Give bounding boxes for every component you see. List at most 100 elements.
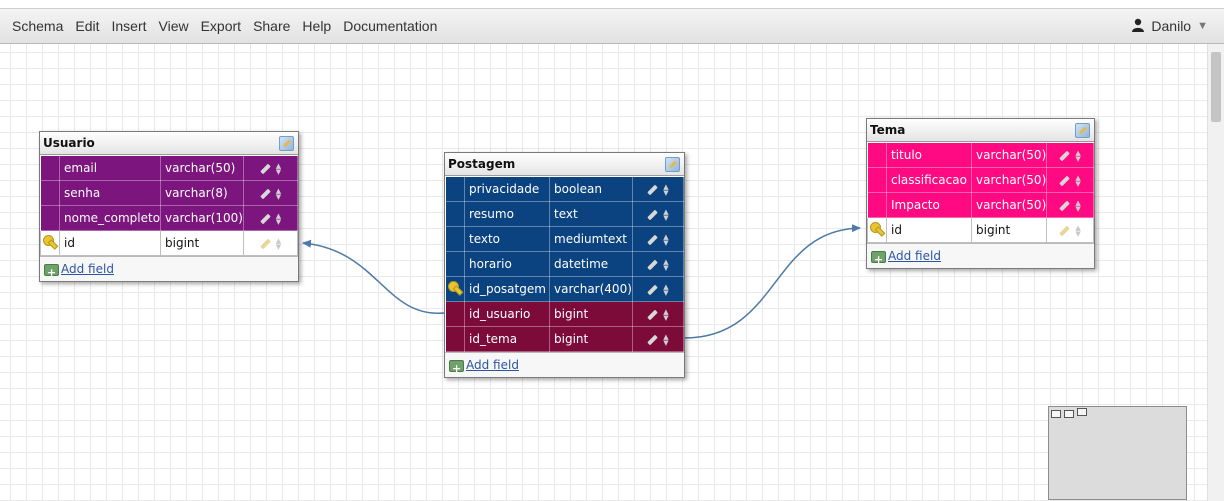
field-row-resumo[interactable]: resumo text ▲ ▼	[445, 201, 684, 227]
primary-key-icon	[43, 234, 57, 249]
key-cell	[445, 251, 465, 277]
pencil-icon[interactable]	[259, 213, 271, 224]
move-arrows-icon[interactable]: ▲ ▼	[276, 212, 281, 225]
field-row-titulo[interactable]: titulo varchar(50) ▲ ▼	[867, 142, 1094, 168]
pencil-icon[interactable]	[647, 209, 659, 220]
field-row-id[interactable]: id bigint ▲ ▼	[40, 230, 299, 256]
table-postagem-fields: privacidade boolean ▲ ▼ resumo text ▲ ▼ te…	[445, 176, 684, 352]
field-type: varchar(50)	[160, 155, 244, 181]
menu-insert[interactable]: Insert	[111, 18, 146, 34]
field-type: bigint	[970, 217, 1048, 243]
add-field-link[interactable]: Add field	[888, 249, 941, 263]
caret-down-icon: ▼	[1197, 20, 1208, 32]
pencil-icon[interactable]	[259, 188, 271, 199]
pencil-icon[interactable]	[647, 334, 659, 345]
field-row-horario[interactable]: horario datetime ▲ ▼	[445, 251, 684, 277]
menu-edit[interactable]: Edit	[75, 18, 99, 34]
menu-export[interactable]: Export	[201, 18, 241, 34]
field-row-nome-completo[interactable]: nome_completo varchar(100) ▲ ▼	[40, 205, 299, 231]
add-field-row: Add field	[445, 352, 684, 381]
move-arrows-icon[interactable]: ▲ ▼	[276, 162, 281, 175]
edit-table-icon[interactable]	[665, 157, 680, 172]
add-field-link[interactable]: Add field	[61, 262, 114, 276]
field-type: bigint	[549, 301, 633, 327]
menu-share[interactable]: Share	[253, 18, 290, 34]
move-arrows-icon[interactable]: ▲ ▼	[663, 308, 668, 321]
field-row-id-posatgem[interactable]: id_posatgem varchar(400) ▲ ▼	[445, 276, 684, 302]
menu-view[interactable]: View	[159, 18, 189, 34]
add-field-icon[interactable]	[871, 248, 886, 272]
field-row-impacto[interactable]: Impacto varchar(50) ▲ ▼	[867, 192, 1094, 218]
field-row-id-tema[interactable]: id_tema bigint ▲ ▼	[445, 326, 684, 352]
move-arrows-icon[interactable]: ▲ ▼	[276, 187, 281, 200]
user-menu[interactable]: Danilo ▼	[1131, 9, 1208, 43]
pencil-icon[interactable]	[259, 163, 271, 174]
edit-table-icon[interactable]	[279, 136, 294, 151]
field-type: bigint	[549, 326, 633, 352]
field-type: boolean	[549, 176, 633, 202]
pencil-icon[interactable]	[647, 234, 659, 245]
table-tema-fields: titulo varchar(50) ▲ ▼ classificacao varc…	[867, 142, 1094, 243]
field-type: varchar(100)	[160, 205, 244, 231]
add-field-link[interactable]: Add field	[466, 358, 519, 372]
field-name: resumo	[464, 201, 550, 227]
field-row-texto[interactable]: texto mediumtext ▲ ▼	[445, 226, 684, 252]
field-name: id_tema	[464, 326, 550, 352]
table-tema[interactable]: Tema titulo varchar(50) ▲ ▼ classificacao…	[866, 118, 1095, 272]
field-name: id	[886, 217, 972, 243]
pencil-icon[interactable]	[259, 238, 271, 249]
field-actions: ▲ ▼	[1046, 192, 1094, 218]
add-field-icon[interactable]	[449, 357, 464, 381]
minimap-table-usuario	[1051, 410, 1061, 418]
move-arrows-icon[interactable]: ▲ ▼	[1075, 149, 1080, 162]
field-actions: ▲ ▼	[632, 251, 684, 277]
pencil-icon[interactable]	[647, 284, 659, 295]
field-name: id_usuario	[464, 301, 550, 327]
field-actions: ▲ ▼	[632, 201, 684, 227]
field-row-id[interactable]: id bigint ▲ ▼	[867, 217, 1094, 243]
table-title-text: Postagem	[448, 157, 516, 171]
field-row-id-usuario[interactable]: id_usuario bigint ▲ ▼	[445, 301, 684, 327]
add-field-icon[interactable]	[44, 261, 59, 285]
field-type: varchar(50)	[970, 192, 1048, 218]
move-arrows-icon[interactable]: ▲ ▼	[1075, 224, 1080, 237]
edit-table-icon[interactable]	[1075, 123, 1090, 138]
move-arrows-icon[interactable]: ▲ ▼	[663, 258, 668, 271]
menu-documentation[interactable]: Documentation	[343, 18, 437, 34]
menu-help[interactable]: Help	[302, 18, 331, 34]
table-usuario[interactable]: Usuario email varchar(50) ▲ ▼ senha varch…	[39, 131, 299, 285]
table-title-text: Usuario	[43, 136, 95, 150]
move-arrows-icon[interactable]: ▲ ▼	[663, 183, 668, 196]
move-arrows-icon[interactable]: ▲ ▼	[276, 237, 281, 250]
scrollbar-thumb[interactable]	[1211, 52, 1221, 122]
pencil-icon[interactable]	[647, 309, 659, 320]
user-name: Danilo	[1151, 18, 1192, 34]
menu-schema[interactable]: Schema	[12, 18, 63, 34]
pencil-icon[interactable]	[647, 259, 659, 270]
field-row-privacidade[interactable]: privacidade boolean ▲ ▼	[445, 176, 684, 202]
table-title-text: Tema	[870, 123, 906, 137]
pencil-icon[interactable]	[1059, 225, 1071, 236]
field-name: Impacto	[886, 192, 972, 218]
key-cell	[40, 230, 60, 256]
move-arrows-icon[interactable]: ▲ ▼	[663, 333, 668, 346]
move-arrows-icon[interactable]: ▲ ▼	[663, 208, 668, 221]
minimap[interactable]	[1048, 406, 1187, 500]
field-type: datetime	[549, 251, 633, 277]
user-icon	[1131, 18, 1145, 35]
field-row-classificacao[interactable]: classificacao varchar(50) ▲ ▼	[867, 167, 1094, 193]
pencil-icon[interactable]	[1059, 150, 1071, 161]
field-row-senha[interactable]: senha varchar(8) ▲ ▼	[40, 180, 299, 206]
move-arrows-icon[interactable]: ▲ ▼	[663, 233, 668, 246]
field-row-email[interactable]: email varchar(50) ▲ ▼	[40, 155, 299, 181]
pencil-icon[interactable]	[1059, 175, 1071, 186]
pencil-icon[interactable]	[647, 184, 659, 195]
move-arrows-icon[interactable]: ▲ ▼	[663, 283, 668, 296]
move-arrows-icon[interactable]: ▲ ▼	[1075, 199, 1080, 212]
move-arrows-icon[interactable]: ▲ ▼	[1075, 174, 1080, 187]
field-type: varchar(50)	[970, 142, 1048, 168]
pencil-icon[interactable]	[1059, 200, 1071, 211]
field-name: titulo	[886, 142, 972, 168]
vertical-scrollbar[interactable]	[1207, 44, 1224, 501]
table-postagem[interactable]: Postagem privacidade boolean ▲ ▼ resumo t…	[444, 152, 685, 381]
